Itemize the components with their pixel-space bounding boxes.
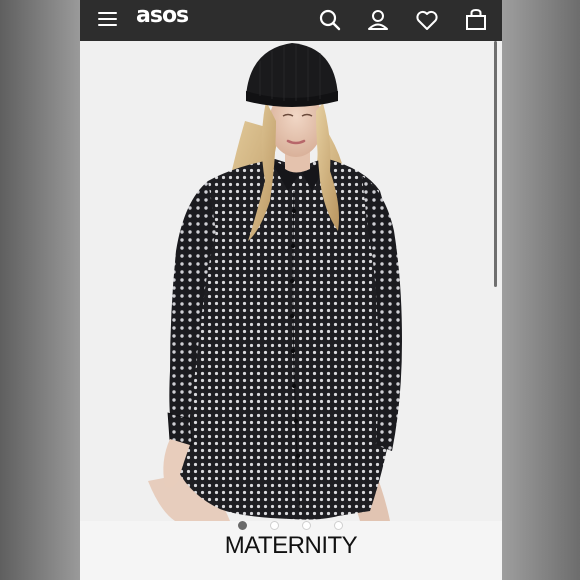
bag-icon[interactable] <box>463 7 489 33</box>
scrollbar[interactable] <box>494 41 497 287</box>
heart-icon[interactable] <box>414 7 440 33</box>
carousel-dot-2[interactable] <box>270 521 279 530</box>
search-icon[interactable] <box>317 7 343 33</box>
carousel-dot-1[interactable] <box>238 521 247 530</box>
carousel-dot-4[interactable] <box>334 521 343 530</box>
phone-screen: asos MATERNITY <box>80 0 502 580</box>
caption-text: MATERNITY <box>224 532 358 559</box>
brand-logo[interactable]: asos <box>136 3 189 28</box>
account-icon[interactable] <box>365 7 391 33</box>
product-image[interactable] <box>80 41 502 521</box>
background-left <box>0 0 80 580</box>
background-right <box>502 0 580 580</box>
top-navigation-bar: asos <box>80 0 502 41</box>
carousel-dot-3[interactable] <box>302 521 311 530</box>
menu-icon[interactable] <box>97 9 119 31</box>
